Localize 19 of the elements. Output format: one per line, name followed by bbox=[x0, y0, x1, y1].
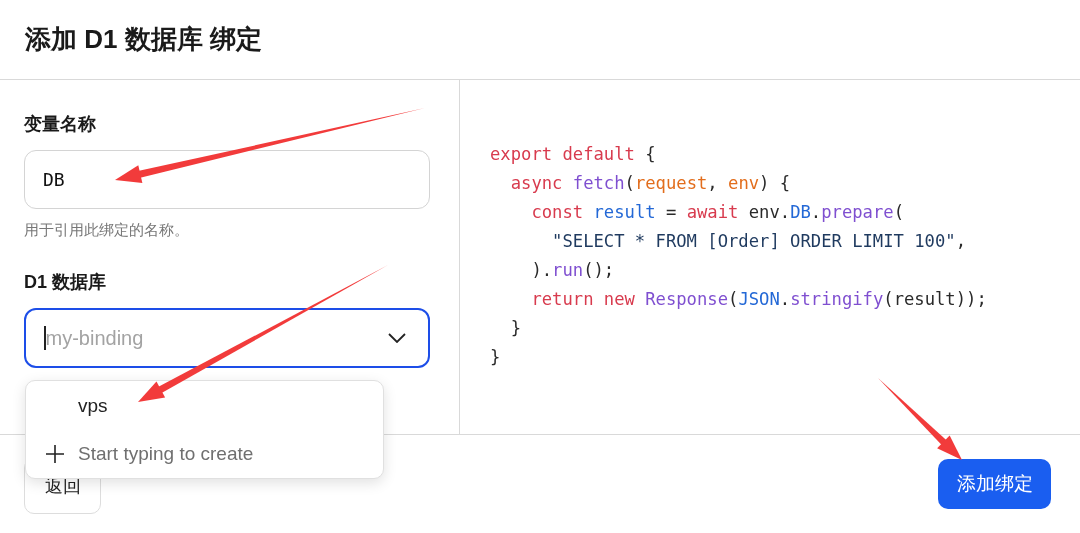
database-input[interactable]: my-binding bbox=[45, 326, 388, 350]
code-line: } bbox=[490, 346, 502, 369]
help-text: 用于引用此绑定的名称。 bbox=[24, 221, 190, 240]
field-label: 变量名称 bbox=[24, 113, 97, 136]
code-line: ).run(); bbox=[530, 259, 616, 282]
code-line: return new Response(JSON.stringify(result)); bbox=[530, 288, 988, 311]
code-line: export default { bbox=[490, 143, 657, 166]
plus-icon bbox=[46, 445, 64, 463]
field-label: D1 数据库 bbox=[24, 271, 107, 294]
dialog-title: 添加 D1 数据库 绑定 bbox=[25, 23, 262, 56]
variable-name-field[interactable]: DB bbox=[24, 150, 430, 209]
add-binding-button[interactable]: 添加绑定 bbox=[938, 459, 1051, 509]
chevron-down-icon bbox=[388, 333, 406, 343]
code-line: "SELECT * FROM [Order] ORDER LIMIT 100", bbox=[551, 230, 967, 253]
code-line: } bbox=[509, 317, 523, 340]
database-select[interactable]: my-binding bbox=[24, 308, 430, 368]
code-line: const result = await env.DB.prepare( bbox=[530, 201, 905, 224]
dropdown-option[interactable]: vps bbox=[78, 395, 108, 417]
code-line: async fetch(request, env) { bbox=[509, 172, 792, 195]
